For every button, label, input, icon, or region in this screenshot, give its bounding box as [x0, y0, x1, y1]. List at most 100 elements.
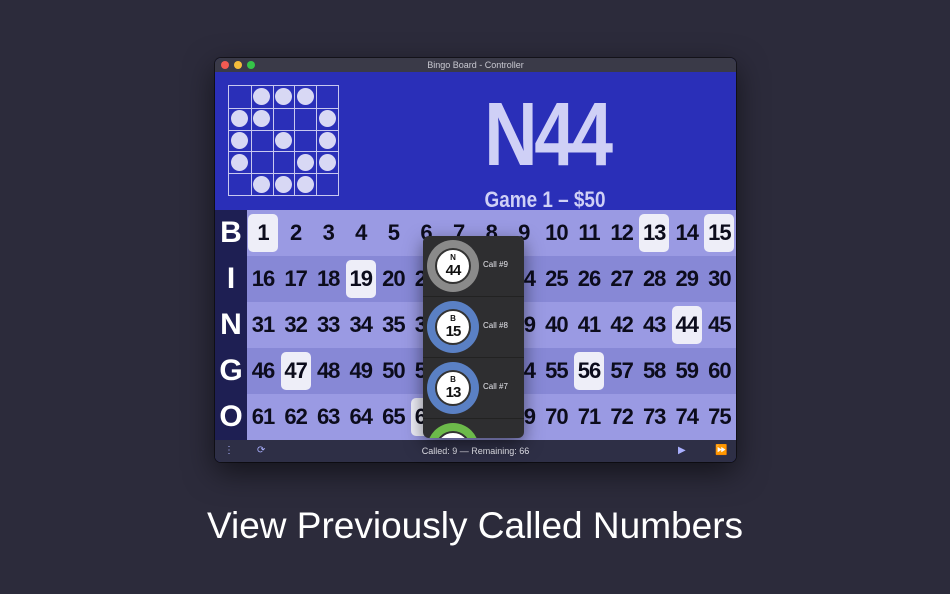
- number-cell[interactable]: 14: [672, 214, 702, 252]
- pattern-grid-line: [316, 86, 318, 195]
- previous-call-item[interactable]: N 44 Call #9: [423, 236, 524, 297]
- number-cell[interactable]: 58: [639, 352, 669, 390]
- ball-letter: N: [450, 253, 456, 262]
- ball-face: B 13: [435, 370, 471, 406]
- number-cell[interactable]: 42: [607, 306, 637, 344]
- number-cell[interactable]: 75: [704, 398, 734, 436]
- called-number-cell[interactable]: 56: [574, 352, 604, 390]
- number-cell[interactable]: 11: [574, 214, 604, 252]
- number-cell[interactable]: 63: [313, 398, 343, 436]
- pattern-marker[interactable]: [253, 110, 271, 128]
- number-cell[interactable]: 64: [346, 398, 376, 436]
- number-cell[interactable]: 34: [346, 306, 376, 344]
- number-cell[interactable]: 48: [313, 352, 343, 390]
- number-cell[interactable]: 50: [378, 352, 408, 390]
- number-cell[interactable]: 62: [281, 398, 311, 436]
- number-cell[interactable]: 4: [346, 214, 376, 252]
- number-cell[interactable]: 55: [541, 352, 571, 390]
- close-window-button[interactable]: [221, 61, 229, 69]
- number-cell[interactable]: 65: [378, 398, 408, 436]
- bingo-letter: G: [219, 354, 243, 387]
- bingo-letter: O: [219, 400, 243, 433]
- called-number-cell[interactable]: 47: [280, 352, 311, 390]
- number-cell[interactable]: 5: [378, 214, 408, 252]
- call-header: N44 Game 1 – $50: [215, 72, 736, 212]
- number-cell[interactable]: 61: [248, 398, 278, 436]
- number-cell[interactable]: 29: [672, 260, 702, 298]
- pattern-marker[interactable]: [275, 88, 292, 106]
- call-label: Call #9: [483, 260, 508, 269]
- previous-call-item[interactable]: B 13 Call #7: [423, 358, 524, 419]
- ball-number: 13: [445, 384, 462, 401]
- previous-call-item[interactable]: B 15 Call #8: [423, 297, 524, 358]
- pattern-marker[interactable]: [253, 88, 271, 106]
- called-number-cell[interactable]: 1: [248, 214, 278, 252]
- number-cell[interactable]: 12: [607, 214, 637, 252]
- bingo-ball-icon: [427, 423, 479, 438]
- number-cell[interactable]: 49: [346, 352, 376, 390]
- number-cell[interactable]: 18: [313, 260, 343, 298]
- number-cell[interactable]: 20: [378, 260, 408, 298]
- number-cell[interactable]: 26: [574, 260, 604, 298]
- pattern-marker[interactable]: [275, 132, 292, 149]
- bingo-letter: I: [226, 262, 236, 295]
- pattern-marker[interactable]: [253, 175, 271, 193]
- number-cell[interactable]: 57: [607, 352, 637, 390]
- number-cell[interactable]: 71: [574, 398, 604, 436]
- called-number-cell[interactable]: 19: [345, 260, 376, 298]
- minimize-window-button[interactable]: [234, 61, 242, 69]
- window-title: Bingo Board - Controller: [427, 60, 524, 70]
- pattern-marker[interactable]: [275, 175, 292, 193]
- maximize-window-button[interactable]: [247, 61, 255, 69]
- winning-pattern-grid[interactable]: [228, 85, 339, 196]
- pattern-marker[interactable]: [318, 153, 336, 171]
- number-cell[interactable]: 16: [248, 260, 278, 298]
- ball-number: 15: [445, 323, 462, 340]
- pattern-marker[interactable]: [231, 153, 249, 171]
- previous-calls-popover: N 44 Call #9 B 15 Call #8 B 13 Call #7: [423, 236, 524, 438]
- called-number-cell[interactable]: 44: [671, 306, 702, 344]
- number-cell[interactable]: 27: [607, 260, 637, 298]
- called-number-cell[interactable]: 13: [639, 214, 670, 252]
- number-cell[interactable]: 25: [541, 260, 571, 298]
- number-cell[interactable]: 2: [281, 214, 311, 252]
- pattern-marker[interactable]: [296, 88, 314, 106]
- number-cell[interactable]: 74: [672, 398, 702, 436]
- number-cell[interactable]: 72: [607, 398, 637, 436]
- number-cell[interactable]: 70: [541, 398, 571, 436]
- ball-face: B 15: [435, 309, 471, 345]
- number-cell[interactable]: 43: [639, 306, 669, 344]
- pattern-marker[interactable]: [318, 110, 336, 128]
- pattern-marker[interactable]: [318, 132, 336, 149]
- pattern-marker[interactable]: [231, 110, 249, 128]
- number-cell[interactable]: 10: [541, 214, 571, 252]
- number-cell[interactable]: 60: [704, 352, 734, 390]
- play-icon[interactable]: ▶: [678, 440, 686, 462]
- pattern-grid-line: [294, 86, 296, 195]
- pattern-marker[interactable]: [296, 175, 314, 193]
- number-cell[interactable]: 35: [378, 306, 408, 344]
- number-cell[interactable]: 73: [639, 398, 669, 436]
- marketing-caption: View Previously Called Numbers: [206, 505, 744, 546]
- called-number-cell[interactable]: 15: [704, 214, 735, 252]
- number-cell[interactable]: 41: [574, 306, 604, 344]
- number-cell[interactable]: 17: [281, 260, 311, 298]
- pattern-grid-line: [272, 86, 274, 195]
- previous-call-item[interactable]: [423, 419, 524, 438]
- number-cell[interactable]: 30: [704, 260, 734, 298]
- number-cell[interactable]: 59: [672, 352, 702, 390]
- number-cell[interactable]: 31: [248, 306, 278, 344]
- number-cell[interactable]: 33: [313, 306, 343, 344]
- number-cell[interactable]: 40: [541, 306, 571, 344]
- number-cell[interactable]: 46: [248, 352, 278, 390]
- number-cell[interactable]: 28: [639, 260, 669, 298]
- game-label: Game 1 – $50: [484, 187, 606, 212]
- pattern-marker[interactable]: [231, 132, 249, 149]
- bingo-letter: B: [220, 216, 242, 249]
- fast-forward-icon[interactable]: ⏩: [715, 440, 727, 462]
- pattern-marker[interactable]: [296, 153, 314, 171]
- bingo-letters-column: BINGO: [215, 210, 247, 440]
- number-cell[interactable]: 3: [313, 214, 343, 252]
- number-cell[interactable]: 45: [704, 306, 734, 344]
- number-cell[interactable]: 32: [281, 306, 311, 344]
